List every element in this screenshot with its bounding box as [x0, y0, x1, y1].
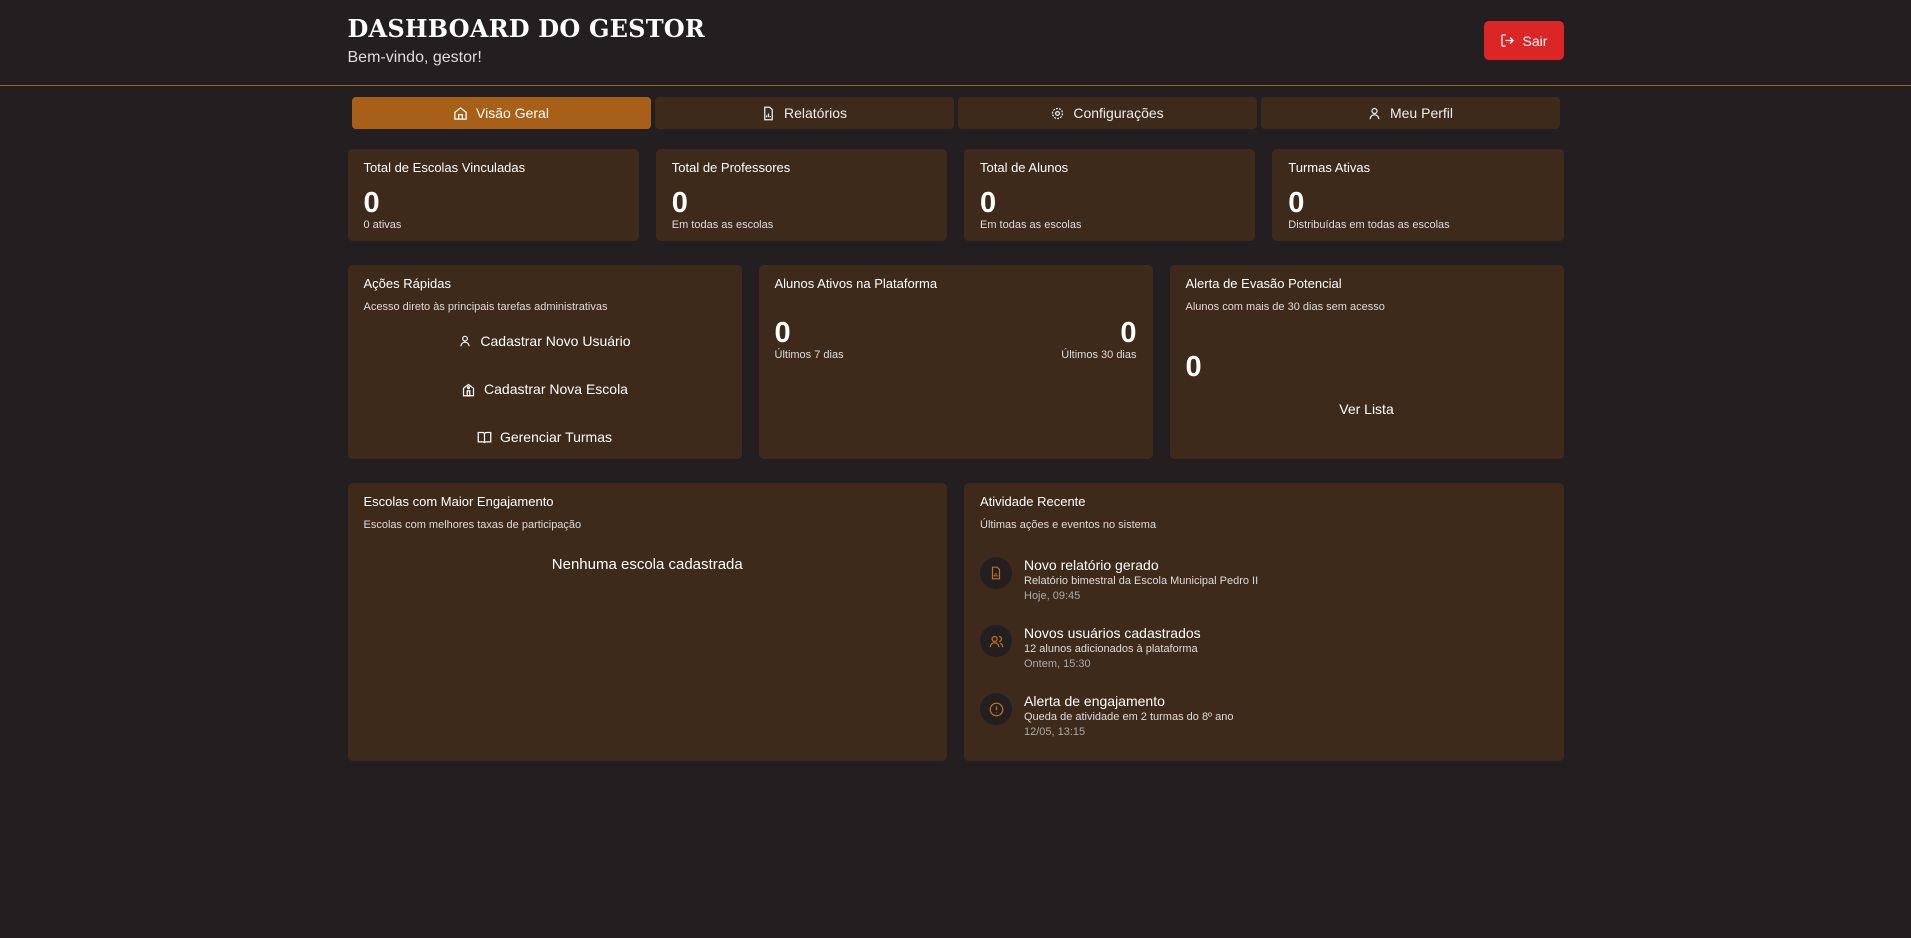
tab-bar: Visão Geral Relatórios Configurações Meu…	[348, 97, 1564, 129]
stat-value: 0	[363, 187, 380, 219]
activity-item: Novo relatório gerado Relatório bimestral…	[980, 557, 1258, 602]
empty-state: Nenhuma escola cadastrada	[551, 556, 743, 573]
action-label: Gerenciar Turmas	[499, 429, 613, 445]
card-title: Atividade Recente	[980, 494, 1086, 509]
stat-value: 0	[671, 187, 688, 219]
card-title: Alunos Ativos na Plataforma	[774, 276, 938, 291]
logout-button[interactable]: Sair	[1483, 21, 1564, 60]
welcome-text: Bem-vindo, gestor!	[347, 49, 482, 66]
activity-desc: 12 alunos adicionados à plataforma	[1024, 643, 1198, 655]
school-icon	[462, 383, 475, 396]
user-icon	[1369, 107, 1380, 119]
stat-title: Turmas Ativas	[1288, 160, 1371, 175]
stat-sub: Em todas as escolas	[671, 219, 774, 231]
card-desc: Acesso direto às principais tarefas admi…	[363, 301, 608, 313]
gear-icon	[1052, 107, 1064, 119]
activity-time: 12/05, 13:15	[1024, 726, 1086, 738]
activity-item: Alerta de engajamento Queda de atividade …	[980, 693, 1233, 738]
card-title: Escolas com Maior Engajamento	[363, 494, 554, 509]
tab-label: Configurações	[1073, 105, 1164, 121]
file-chart-icon	[764, 106, 773, 120]
book-open-icon	[477, 431, 492, 443]
activity-desc: Queda de atividade em 2 turmas do 8º ano	[1024, 711, 1234, 723]
action-label: Cadastrar Nova Escola	[484, 381, 628, 397]
stat-sub: Em todas as escolas	[980, 219, 1082, 231]
activity-item: Novos usuários cadastrados 12 alunos adic…	[980, 625, 1201, 670]
tab-meu-perfil[interactable]: Meu Perfil	[1260, 97, 1560, 129]
tab-configuracoes[interactable]: Configurações	[957, 97, 1257, 129]
stat-title: Total de Alunos	[980, 160, 1069, 175]
tab-visao-geral[interactable]: Visão Geral	[351, 97, 651, 129]
tab-label: Relatórios	[783, 105, 848, 121]
quick-actions-card: Ações Rápidas Acesso direto às principai…	[347, 265, 742, 459]
tab-relatorios[interactable]: Relatórios	[654, 97, 954, 129]
stat-title: Total de Escolas Vinculadas	[363, 160, 526, 175]
stat-sub: 0 ativas	[363, 219, 402, 231]
card-desc: Últimas ações e eventos no sistema	[980, 519, 1157, 531]
users-icon	[989, 635, 1003, 647]
stat-card-turmas: Turmas Ativas 0 Distribuídas em todas as e…	[1272, 149, 1564, 241]
register-school-button[interactable]: Cadastrar Nova Escola	[348, 381, 742, 397]
register-user-button[interactable]: Cadastrar Novo Usuário	[348, 333, 742, 349]
page-title: DASHBOARD DO GESTOR	[347, 14, 706, 43]
active-7-label: Últimos 7 dias	[774, 349, 844, 361]
home-icon	[454, 106, 467, 120]
header: DASHBOARD DO GESTOR Bem-vindo, gestor! S…	[0, 0, 1911, 86]
active-30-value: 0	[1120, 317, 1137, 349]
activity-title: Alerta de engajamento	[1024, 693, 1165, 709]
action-label: Cadastrar Novo Usuário	[480, 333, 631, 349]
alert-circle-icon	[989, 702, 1003, 716]
card-desc: Escolas com melhores taxas de participaç…	[363, 519, 582, 531]
active-30-label: Últimos 30 dias	[1061, 349, 1137, 361]
activity-time: Ontem, 15:30	[1024, 658, 1091, 670]
tab-label: Meu Perfil	[1389, 105, 1454, 121]
evasion-alert-card: Alerta de Evasão Potencial Alunos com ma…	[1169, 265, 1564, 459]
activity-desc: Relatório bimestral da Escola Municipal …	[1024, 575, 1259, 587]
stat-card-professores: Total de Professores 0 Em todas as escolas	[655, 149, 947, 241]
view-list-button[interactable]: Ver Lista	[1170, 401, 1564, 417]
stat-value: 0	[980, 187, 997, 219]
active-7-value: 0	[774, 317, 791, 349]
activity-time: Hoje, 09:45	[1024, 590, 1081, 602]
engagement-card: Escolas com Maior Engajamento Escolas co…	[347, 483, 947, 761]
logout-icon	[1500, 34, 1514, 47]
stat-value: 0	[1288, 187, 1305, 219]
user-icon	[460, 335, 471, 347]
activity-title: Novo relatório gerado	[1024, 557, 1159, 573]
card-title: Ações Rápidas	[363, 276, 451, 291]
manage-classes-button[interactable]: Gerenciar Turmas	[348, 429, 742, 445]
stat-sub: Distribuídas em todas as escolas	[1288, 219, 1450, 231]
activity-title: Novos usuários cadastrados	[1024, 625, 1201, 641]
stat-card-escolas: Total de Escolas Vinculadas 0 0 ativas	[347, 149, 639, 241]
active-students-card: Alunos Ativos na Plataforma 0 Últimos 7 …	[758, 265, 1153, 459]
evasion-value: 0	[1185, 351, 1202, 383]
stat-title: Total de Professores	[671, 160, 791, 175]
recent-activity-card: Atividade Recente Últimas ações e evento…	[964, 483, 1564, 761]
file-chart-icon	[991, 566, 1001, 580]
card-title: Alerta de Evasão Potencial	[1185, 276, 1342, 291]
stat-card-alunos: Total de Alunos 0 Em todas as escolas	[964, 149, 1256, 241]
card-desc: Alunos com mais de 30 dias sem acesso	[1185, 301, 1385, 313]
tab-label: Visão Geral	[476, 105, 549, 121]
logout-label: Sair	[1522, 32, 1548, 49]
